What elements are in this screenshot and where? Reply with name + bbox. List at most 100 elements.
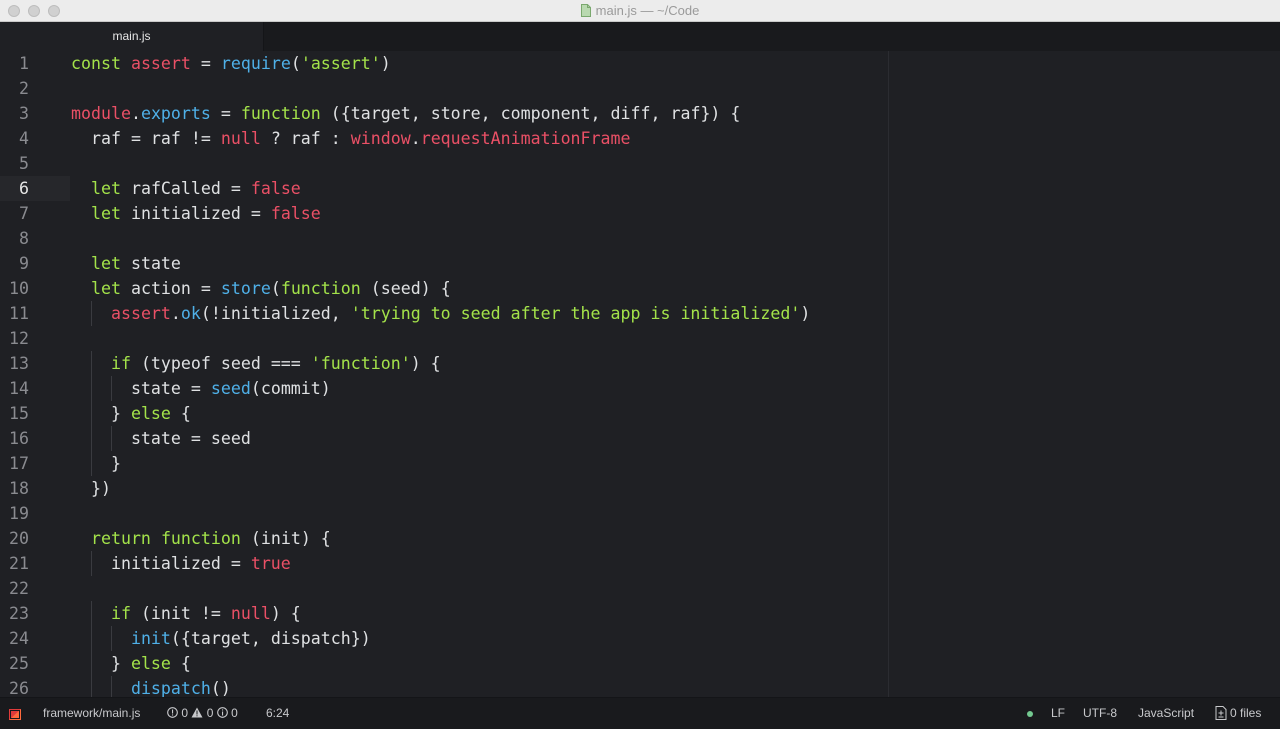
code-line[interactable]: 5 (0, 151, 1280, 176)
code-text: assert.ok(!initialized, 'trying to seed … (71, 301, 810, 326)
code-line[interactable]: 13 if (typeof seed === 'function') { (0, 351, 1280, 376)
line-number-gutter[interactable]: 7 (0, 201, 70, 226)
code-line[interactable]: 3 module.exports = function ({target, sto… (0, 101, 1280, 126)
changed-files[interactable]: 0 files (1215, 698, 1261, 729)
code-line[interactable]: 8 (0, 226, 1280, 251)
line-number-gutter[interactable]: 24 (0, 626, 70, 651)
code-token: ) (380, 54, 391, 73)
window-title-text: main.js — ~/Code (595, 3, 700, 18)
line-number-gutter[interactable]: 26 (0, 676, 70, 697)
line-number-gutter[interactable]: 1 (0, 51, 70, 76)
line-number-gutter[interactable]: 6 (0, 176, 70, 201)
line-ending-selector[interactable]: LF (1051, 698, 1065, 729)
diagnostics[interactable]: 0 0 0 (167, 698, 238, 729)
code-text: }) (71, 476, 111, 501)
grammar-selector[interactable]: JavaScript (1138, 698, 1194, 729)
code-token: () (210, 679, 231, 697)
line-number-gutter[interactable]: 12 (0, 326, 70, 351)
code-token: . (410, 129, 421, 148)
line-number-gutter[interactable]: 8 (0, 226, 70, 251)
line-number-gutter[interactable]: 25 (0, 651, 70, 676)
code-line[interactable]: 25 } else { (0, 651, 1280, 676)
code-line[interactable]: 23 if (init != null) { (0, 601, 1280, 626)
file-path[interactable]: framework/main.js (43, 698, 140, 729)
line-number-gutter[interactable]: 3 (0, 101, 70, 126)
line-number: 2 (19, 79, 29, 98)
code-editor[interactable]: 1 const assert = require('assert') 2 3 modul… (0, 51, 1280, 697)
code-token: return (90, 529, 151, 548)
code-token: module (71, 104, 131, 123)
code-token: } (71, 404, 131, 423)
git-repo-icon[interactable] (9, 709, 21, 720)
code-line[interactable]: 21 initialized = true (0, 551, 1280, 576)
code-token: exports (140, 104, 211, 123)
code-token: ) { (410, 354, 441, 373)
line-number-gutter[interactable]: 14 (0, 376, 70, 401)
code-line[interactable]: 10 let action = store(function (seed) { (0, 276, 1280, 301)
code-token: state = seed (71, 429, 251, 448)
line-number-gutter[interactable]: 17 (0, 451, 70, 476)
warning-count: 0 (206, 706, 214, 720)
code-line[interactable]: 6 let rafCalled = false (0, 176, 1280, 201)
code-token: requestAnimationFrame (420, 129, 631, 148)
line-number-gutter[interactable]: 2 (0, 76, 70, 101)
code-line[interactable]: 14 state = seed(commit) (0, 376, 1280, 401)
error-icon (167, 707, 178, 718)
code-line[interactable]: 24 init({target, dispatch}) (0, 626, 1280, 651)
line-number: 8 (19, 229, 29, 248)
code-line[interactable]: 15 } else { (0, 401, 1280, 426)
code-line[interactable]: 11 assert.ok(!initialized, 'trying to se… (0, 301, 1280, 326)
code-text: } (71, 451, 121, 476)
code-line[interactable]: 12 (0, 326, 1280, 351)
line-number-gutter[interactable]: 9 (0, 251, 70, 276)
code-line[interactable]: 16 state = seed (0, 426, 1280, 451)
code-text: initialized = true (71, 551, 291, 576)
code-token: (init) { (240, 529, 331, 548)
line-number-gutter[interactable]: 21 (0, 551, 70, 576)
line-number-gutter[interactable]: 15 (0, 401, 70, 426)
line-number-gutter[interactable]: 5 (0, 151, 70, 176)
code-line[interactable]: 18 }) (0, 476, 1280, 501)
tab-label: main.js (112, 29, 151, 43)
info-icon (216, 707, 228, 718)
line-number-gutter[interactable]: 13 (0, 351, 70, 376)
code-token: state = (71, 379, 211, 398)
status-bar: framework/main.js 0 0 0 6:24 LF UTF-8 Ja… (0, 697, 1280, 729)
tab-main-js[interactable]: main.js (0, 22, 264, 51)
line-number-gutter[interactable]: 4 (0, 126, 70, 151)
line-number: 19 (9, 504, 29, 523)
code-line[interactable]: 17 } (0, 451, 1280, 476)
code-token: ) { (270, 604, 301, 623)
encoding-selector[interactable]: UTF-8 (1083, 698, 1117, 729)
code-line[interactable]: 1 const assert = require('assert') (0, 51, 1280, 76)
line-number-gutter[interactable]: 16 (0, 426, 70, 451)
code-line[interactable]: 9 let state (0, 251, 1280, 276)
code-token: = (190, 54, 221, 73)
line-number-gutter[interactable]: 11 (0, 301, 70, 326)
code-token: let (90, 254, 121, 273)
code-text: state = seed(commit) (71, 376, 331, 401)
line-number-gutter[interactable]: 18 (0, 476, 70, 501)
cursor-position[interactable]: 6:24 (266, 698, 289, 729)
code-token: ok (180, 304, 201, 323)
code-line[interactable]: 20 return function (init) { (0, 526, 1280, 551)
code-line[interactable]: 22 (0, 576, 1280, 601)
line-number-gutter[interactable]: 20 (0, 526, 70, 551)
line-number-gutter[interactable]: 19 (0, 501, 70, 526)
code-token: function (240, 104, 321, 123)
line-number: 26 (9, 679, 29, 697)
code-line[interactable]: 19 (0, 501, 1280, 526)
line-number-gutter[interactable]: 23 (0, 601, 70, 626)
code-token: ( (290, 54, 301, 73)
line-number-gutter[interactable]: 10 (0, 276, 70, 301)
line-number-gutter[interactable]: 22 (0, 576, 70, 601)
code-line[interactable]: 2 (0, 76, 1280, 101)
line-number: 1 (19, 54, 29, 73)
code-line[interactable]: 4 raf = raf != null ? raf : window.reque… (0, 126, 1280, 151)
code-line[interactable]: 7 let initialized = false (0, 201, 1280, 226)
code-line[interactable]: 26 dispatch() (0, 676, 1280, 697)
